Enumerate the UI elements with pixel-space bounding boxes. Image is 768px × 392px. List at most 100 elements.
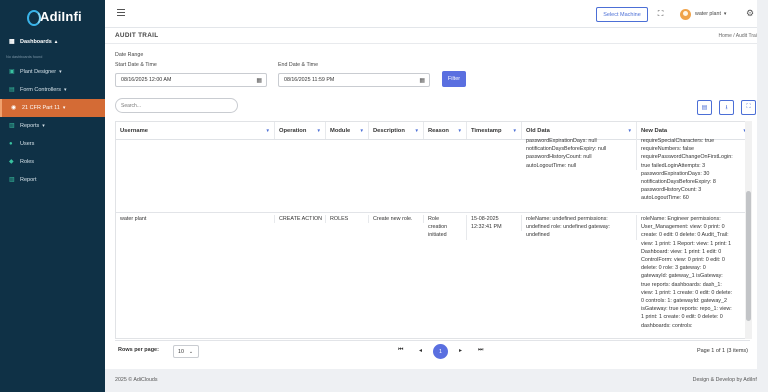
filter-icon[interactable]: ▼ [415,128,419,133]
report-icon: ▥ [9,177,15,183]
sidebar-item-label: Plant Designer [20,69,57,75]
first-page-icon[interactable]: ⏮ [398,347,403,354]
sidebar-item-label: Form Controllers [20,87,61,93]
column-header[interactable]: Module ▼ [326,122,369,139]
menu-icon[interactable] [117,9,125,16]
user-name: water plant [695,11,721,17]
start-date-value: 08/16/2025 12:00 AM [121,77,172,83]
next-page-icon[interactable]: ▸ [459,347,462,354]
main-panel: Date Range Start Date & Time 08/16/2025 … [105,44,768,369]
sidebar-item-reports[interactable]: ▥ Reports ▾ [0,117,105,135]
filter-icon[interactable]: ▼ [458,128,462,133]
chevron-down-icon: ▾ [42,123,45,129]
shield-icon: ◉ [11,105,17,111]
sidebar-item-label: Reports [20,123,40,129]
top-bar: Select Machine ⛶ water plant ▾ ⚙ [105,0,768,28]
table-cell-description: Create new role. [369,215,424,224]
column-header[interactable]: Operation ▼ [275,122,326,139]
table-cell-new-data: requireSpecialCharacters: true requireNu… [641,138,733,202]
filter-icon[interactable]: ▼ [266,128,270,133]
report-icon: ▥ [9,123,15,129]
filter-icon[interactable]: ▼ [317,128,321,133]
filter-icon[interactable]: ▼ [628,128,632,133]
breadcrumb-current: Audit Trail [735,33,758,39]
chevron-down-icon: ▾ [62,105,66,111]
table-cell-old-data: roleName: undefined permissions: undefin… [522,215,637,240]
rows-per-page-label: Rows per page: [118,347,159,353]
sidebar-item-label: 21 CFR Part 11 [22,105,60,111]
app-name: AdiInfi [40,8,82,24]
rows-per-page-value: 10 [178,348,184,355]
sidebar: AdiInfi ▦ Dashboards ▴ No dashboards fou… [0,0,105,392]
chevron-down-icon: ▾ [723,11,727,17]
page-info: Page 1 of 1 (3 items) [696,348,748,354]
fullscreen-icon[interactable]: ⛶ [741,100,756,115]
calendar-icon[interactable]: ▦ [256,77,262,84]
start-date-label: Start Date & Time [115,62,157,68]
start-date-input[interactable]: 08/16/2025 12:00 AM ▦ [115,73,267,87]
breadcrumb-home[interactable]: Home [719,33,732,39]
sidebar-item-label: Report [20,177,37,183]
table-cell-new-data: roleName: Engineer permissions: User_Man… [641,216,733,329]
logo-icon [26,9,41,26]
avatar [680,8,691,20]
copyright-text: 2025 © AdiClouds [115,377,158,383]
date-range-label: Date Range [115,52,144,58]
sidebar-item-users[interactable]: ● Users [0,135,105,153]
sidebar-item-label: Dashboards [20,39,52,45]
design-credit: Design & Develop by AdiInfi [692,377,758,383]
sidebar-item-label: Roles [20,159,35,165]
form-icon: ▤ [9,87,15,93]
column-header[interactable]: Description ▼ [369,122,424,139]
filter-button[interactable]: Filter [442,71,466,87]
filter-icon[interactable]: ▼ [513,128,517,133]
sidebar-item-21-cfr[interactable]: ◉ 21 CFR Part 11 ▾ [0,99,105,117]
roles-icon: ◆ [9,159,14,165]
user-menu[interactable]: water plant ▾ [680,8,726,20]
rows-per-page-select[interactable]: 10 ⌄ [173,345,199,358]
page-title: AUDIT TRAIL [115,32,159,39]
table-scrollbar[interactable] [745,121,752,339]
select-machine-button[interactable]: Select Machine [596,7,648,22]
sidebar-item-dashboards[interactable]: ▦ Dashboards ▴ [0,33,105,51]
breadcrumb: Home / Audit Trail [719,33,758,39]
sidebar-item-form-controllers[interactable]: ▤ Form Controllers ▾ [0,81,105,99]
sidebar-item-report[interactable]: ▥ Report [0,171,105,189]
column-header[interactable]: Username ▼ [116,122,275,139]
prev-page-icon[interactable]: ◂ [419,347,422,354]
end-date-label: End Date & Time [278,62,319,68]
sidebar-item-plant-designer[interactable]: ▣ Plant Designer ▾ [0,63,105,81]
breadcrumb-bar: AUDIT TRAIL Home / Audit Trail [105,28,768,44]
gear-icon[interactable]: ⚙ [746,8,754,19]
app-logo[interactable]: AdiInfi [0,0,105,32]
sidebar-item-roles[interactable]: ◆ Roles [0,153,105,171]
column-header[interactable]: Timestamp ▼ [467,122,522,139]
calendar-icon[interactable]: ▦ [419,77,425,84]
search-input[interactable]: Search... [115,98,238,113]
filter-icon[interactable]: ▼ [360,128,364,133]
window-edge [757,0,768,392]
scrollbar-thumb[interactable] [746,191,751,321]
table-cell-reason: Role creation initiated [424,215,467,240]
table-cell-old-data: passwordExpirationDays: null notificatio… [522,137,637,170]
download-icon[interactable]: ⭳ [719,100,734,115]
chevron-down-icon: ▾ [59,69,62,75]
dashboard-icon: ▦ [9,39,15,45]
user-icon: ● [9,141,13,147]
chevron-up-icon: ▴ [54,39,58,45]
audit-table: Username ▼ Operation ▼ Module ▼ Description… [115,121,750,339]
fullscreen-icon[interactable]: ⛶ [656,9,665,18]
table-cell-operation: CREATE ACTION [275,215,326,224]
last-page-icon[interactable]: ⏭ [478,347,483,354]
chevron-down-icon: ⌄ [188,348,194,355]
end-date-value: 08/16/2025 11:59 PM [284,77,335,83]
page-number-current[interactable]: 1 [433,344,448,359]
table-cell-module: ROLES [326,215,369,224]
table-cell-timestamp: 15-08-2025 12:32:41 PM [467,215,522,232]
end-date-input[interactable]: 08/16/2025 11:59 PM ▦ [278,73,430,87]
sidebar-item-label: Users [20,141,35,147]
pdf-export-icon[interactable]: ▤ [697,100,712,115]
column-header[interactable]: Reason ▼ [424,122,467,139]
plant-icon: ▣ [9,69,15,75]
chevron-down-icon: ▾ [63,87,67,93]
